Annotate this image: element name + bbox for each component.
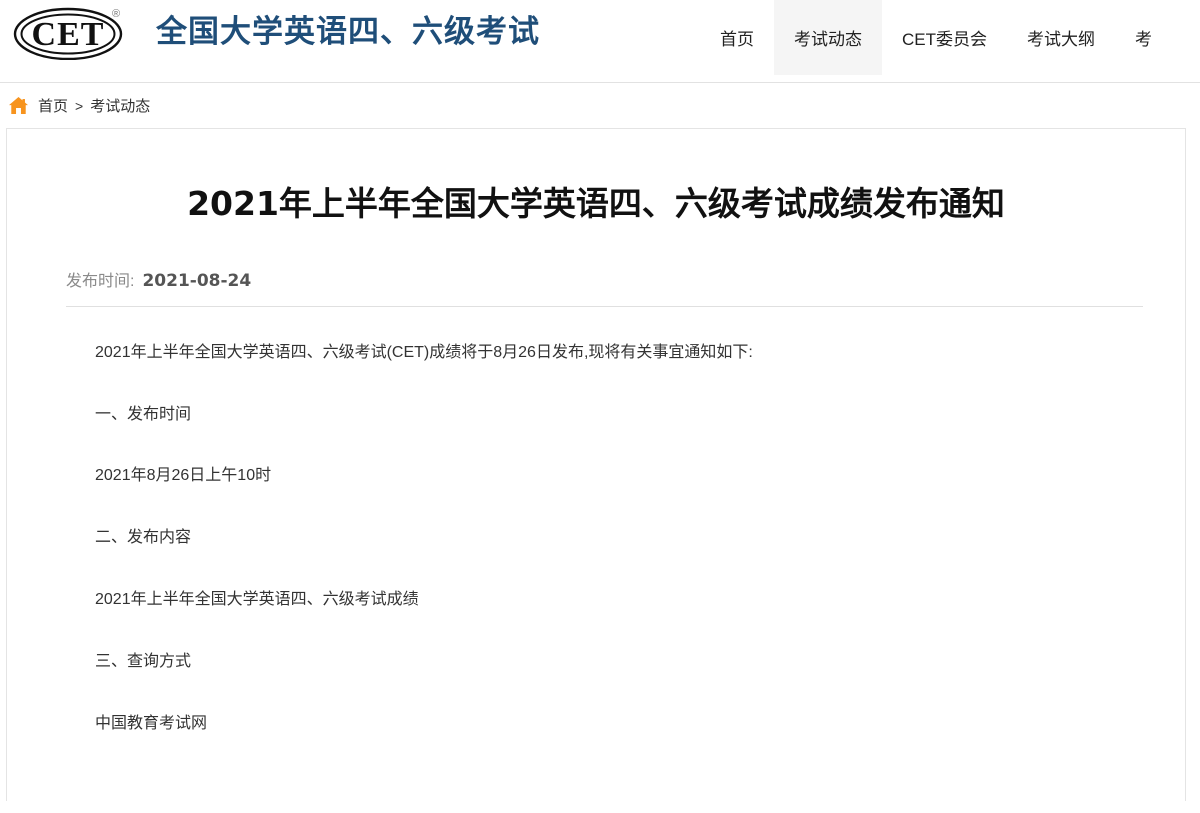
publish-time-label: 发布时间: bbox=[66, 272, 135, 290]
main-navigation: 首页 考试动态 CET委员会 考试大纲 考 bbox=[700, 0, 1172, 75]
article: 2021年上半年全国大学英语四、六级考试成绩发布通知 发布时间: 2021-08… bbox=[7, 129, 1185, 738]
breadcrumb: 首页 > 考试动态 bbox=[0, 83, 1200, 128]
article-heading-section-3: 三、查询方式 bbox=[95, 652, 192, 670]
article-paragraph-intro: 2021年上半年全国大学英语四、六级考试(CET)成绩将于8月26日发布,现将有… bbox=[95, 343, 753, 361]
article-heading-section-1: 一、发布时间 bbox=[95, 405, 192, 423]
breadcrumb-separator: > bbox=[75, 97, 84, 114]
page-title: 2021年上半年全国大学英语四、六级考试成绩发布通知 bbox=[187, 184, 1005, 223]
brand[interactable]: CET ® 全国大学英语四、六级考试 bbox=[12, 2, 540, 62]
content-card: 2021年上半年全国大学英语四、六级考试成绩发布通知 发布时间: 2021-08… bbox=[6, 128, 1186, 801]
article-body: 2021年上半年全国大学英语四、六级考试(CET)成绩将于8月26日发布,现将有… bbox=[56, 307, 1136, 739]
article-heading-section-2: 二、发布内容 bbox=[95, 529, 192, 547]
brand-title: 全国大学英语四、六级考试 bbox=[156, 13, 540, 50]
nav-item-truncated[interactable]: 考 bbox=[1115, 0, 1172, 75]
breadcrumb-item-home[interactable]: 首页 bbox=[38, 95, 68, 116]
home-icon bbox=[8, 96, 38, 115]
publish-meta: 发布时间: 2021-08-24 bbox=[56, 267, 1136, 291]
svg-text:®: ® bbox=[112, 8, 120, 20]
site-header: CET ® 全国大学英语四、六级考试 首页 考试动态 CET委员会 考试大纲 考 bbox=[0, 0, 1200, 83]
nav-item-exam-syllabus[interactable]: 考试大纲 bbox=[1007, 0, 1115, 75]
nav-item-cet-committee[interactable]: CET委员会 bbox=[882, 0, 1007, 75]
svg-text:CET: CET bbox=[32, 16, 105, 53]
nav-item-home[interactable]: 首页 bbox=[700, 0, 774, 75]
article-paragraph-section-2: 2021年上半年全国大学英语四、六级考试成绩 bbox=[95, 591, 419, 609]
nav-item-exam-news[interactable]: 考试动态 bbox=[774, 0, 882, 75]
breadcrumb-item-current: 考试动态 bbox=[90, 98, 151, 115]
article-paragraph-section-1: 2021年8月26日上午10时 bbox=[95, 467, 272, 485]
article-paragraph-section-3: 中国教育考试网 bbox=[95, 714, 208, 732]
publish-time-value: 2021-08-24 bbox=[142, 270, 252, 291]
cet-logo: CET ® bbox=[12, 4, 134, 61]
